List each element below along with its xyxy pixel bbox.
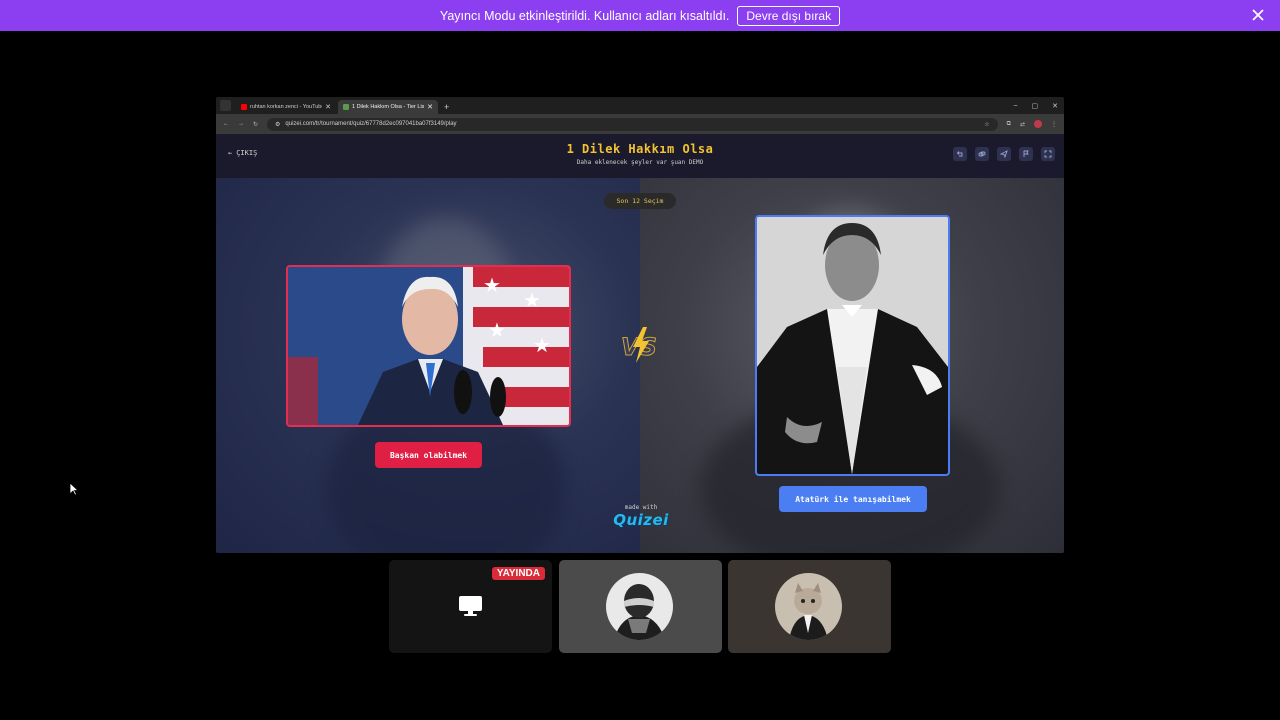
quiz-subtitle: Daha eklenecek şeyler var şuan DEMO <box>576 159 704 166</box>
left-choice-card[interactable]: ★ ★ ★ ★ <box>286 265 571 427</box>
live-badge: YAYINDA <box>491 567 545 580</box>
reload-icon[interactable]: ↻ <box>253 121 258 128</box>
made-with-label: made with <box>624 504 658 511</box>
flag-icon[interactable] <box>1019 147 1033 161</box>
close-icon[interactable] <box>1250 7 1266 23</box>
screen-share-view: ruhtan korkan zenci - YouTube ✕ 1 Dilek … <box>216 97 1064 553</box>
tab-search-icon[interactable] <box>220 100 231 111</box>
back-arrow-icon[interactable]: ← <box>223 121 229 127</box>
versus-icon: VS <box>621 327 657 363</box>
participant-tile[interactable] <box>728 560 891 653</box>
fullscreen-icon[interactable] <box>1041 147 1055 161</box>
menu-dots-icon[interactable]: ⋮ <box>1051 121 1057 128</box>
new-tab-icon[interactable]: + <box>440 102 453 114</box>
quizei-favicon-icon <box>343 104 349 110</box>
profile-avatar-icon[interactable] <box>1034 120 1042 128</box>
svg-text:★: ★ <box>483 273 501 297</box>
right-choice-photo <box>757 217 948 474</box>
forward-arrow-icon[interactable]: → <box>238 121 244 127</box>
banner-message: Yayıncı Modu etkinleştirildi. Kullanıcı … <box>439 8 730 23</box>
quiz-page: ← ÇIKIŞ 1 Dilek Hakkım Olsa Daha eklenec… <box>216 134 1064 553</box>
left-choice-button[interactable]: Başkan olabilmek <box>375 442 482 468</box>
header-actions <box>953 147 1055 161</box>
site-info-icon[interactable]: ⚙ <box>275 121 280 128</box>
link-icon[interactable] <box>975 147 989 161</box>
tab-title: 1 Dilek Hakkım Olsa - Tier List <box>352 104 425 110</box>
remaining-choices-badge: Son 12 Seçim <box>604 193 676 209</box>
right-choice-button[interactable]: Atatürk ile tanışabilmek <box>779 486 927 512</box>
address-bar[interactable]: ⚙ quizei.com/tr/tournament/quiz/67778d2e… <box>267 117 998 131</box>
window-close-icon[interactable]: ✕ <box>1052 102 1058 110</box>
translate-icon[interactable]: ⇄ <box>1020 121 1025 128</box>
bookmark-star-icon[interactable]: ☆ <box>984 121 989 128</box>
screen-share-icon <box>459 596 482 616</box>
streamer-mode-banner: Yayıncı Modu etkinleştirildi. Kullanıcı … <box>0 0 1280 31</box>
browser-tab-youtube[interactable]: ruhtan korkan zenci - YouTube ✕ <box>236 100 336 114</box>
stream-tile[interactable]: YAYINDA <box>389 560 552 653</box>
minimize-icon[interactable]: – <box>1014 102 1018 110</box>
mouse-cursor-icon <box>69 482 79 496</box>
left-choice-photo: ★ ★ ★ ★ <box>288 267 569 425</box>
avatar <box>775 573 842 640</box>
quiz-header: ← ÇIKIŞ 1 Dilek Hakkım Olsa Daha eklenec… <box>216 134 1064 178</box>
browser-tab-quizei[interactable]: 1 Dilek Hakkım Olsa - Tier List ✕ <box>338 100 438 114</box>
browser-toolbar: ← → ↻ ⚙ quizei.com/tr/tournament/quiz/67… <box>216 114 1064 134</box>
tab-close-icon[interactable]: ✕ <box>427 103 433 111</box>
maximize-icon[interactable]: ▢ <box>1032 102 1039 110</box>
made-with-badge[interactable]: made with Quizei <box>596 504 686 529</box>
svg-text:★: ★ <box>533 333 551 357</box>
share-icon[interactable] <box>997 147 1011 161</box>
quizei-logo: Quizei <box>613 511 669 529</box>
extensions-icon[interactable]: ⧉ <box>1007 121 1011 128</box>
youtube-icon <box>241 104 247 110</box>
tab-close-icon[interactable]: ✕ <box>325 103 331 111</box>
window-controls: – ▢ ✕ <box>1008 102 1064 114</box>
tab-title: ruhtan korkan zenci - YouTube <box>250 104 323 110</box>
quiz-title: 1 Dilek Hakkım Olsa <box>566 142 714 156</box>
undo-icon[interactable] <box>953 147 967 161</box>
svg-text:★: ★ <box>523 288 541 312</box>
participant-tile[interactable] <box>559 560 722 653</box>
right-choice-card[interactable] <box>755 215 950 476</box>
url-text: quizei.com/tr/tournament/quiz/67778d2ec0… <box>285 121 457 127</box>
svg-text:★: ★ <box>488 318 506 342</box>
versus-arena: Son 12 Seçim ★ ★ ★ ★ Başkan olabilmek At… <box>216 178 1064 553</box>
browser-tab-strip: ruhtan korkan zenci - YouTube ✕ 1 Dilek … <box>216 97 1064 114</box>
avatar <box>606 573 673 640</box>
disable-streamer-mode-button[interactable]: Devre dışı bırak <box>737 5 841 26</box>
